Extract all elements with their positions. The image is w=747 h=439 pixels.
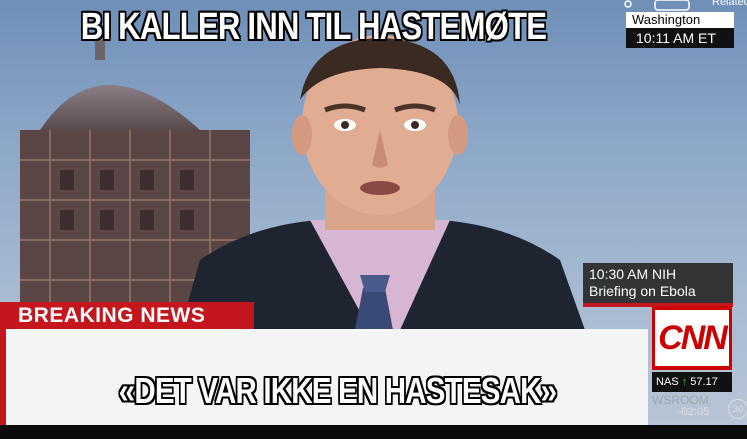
location-time-tag: Washington 10:11 AM ET: [626, 12, 734, 48]
skip-label: 30: [732, 404, 743, 414]
time-label: 10:11 AM ET: [626, 28, 734, 48]
location-label: Washington: [626, 12, 734, 28]
up-arrow-icon: ↑: [681, 376, 688, 388]
news-anchor: [180, 35, 585, 330]
meme-top-text: BI KALLER INN TIL HASTEMØTE: [80, 6, 547, 48]
cnn-logo: CNN: [652, 306, 732, 370]
elapsed-time: -02:05: [678, 406, 710, 418]
cnn-logo-text: CNN: [658, 318, 728, 357]
meme-screenshot: Related Washington 10:11 AM ET BI KALLER…: [0, 0, 747, 439]
share-icon[interactable]: [624, 0, 632, 8]
meme-bottom-text: «DET VAR IKKE EN HASTESAK»: [118, 370, 557, 411]
replay-30-icon[interactable]: 30: [728, 399, 747, 419]
upcoming-time: 10:30 AM NIH: [589, 266, 677, 282]
newsroom-label: WSROOM: [652, 393, 709, 407]
ticker-symbol: NAS: [656, 376, 679, 388]
related-label[interactable]: Related: [712, 0, 747, 8]
cc-icon[interactable]: [654, 0, 690, 11]
upcoming-title: Briefing on Ebola: [589, 283, 696, 299]
bottom-black-bar: [0, 425, 747, 439]
upcoming-segment-box: 10:30 AM NIH Briefing on Ebola: [583, 263, 733, 303]
breaking-news-label: BREAKING NEWS: [6, 302, 254, 329]
video-controls[interactable]: WSROOM -02:05 30: [652, 393, 747, 429]
stock-ticker: NAS ↑ 57.17: [652, 372, 732, 392]
ticker-value: 57.17: [690, 376, 718, 388]
